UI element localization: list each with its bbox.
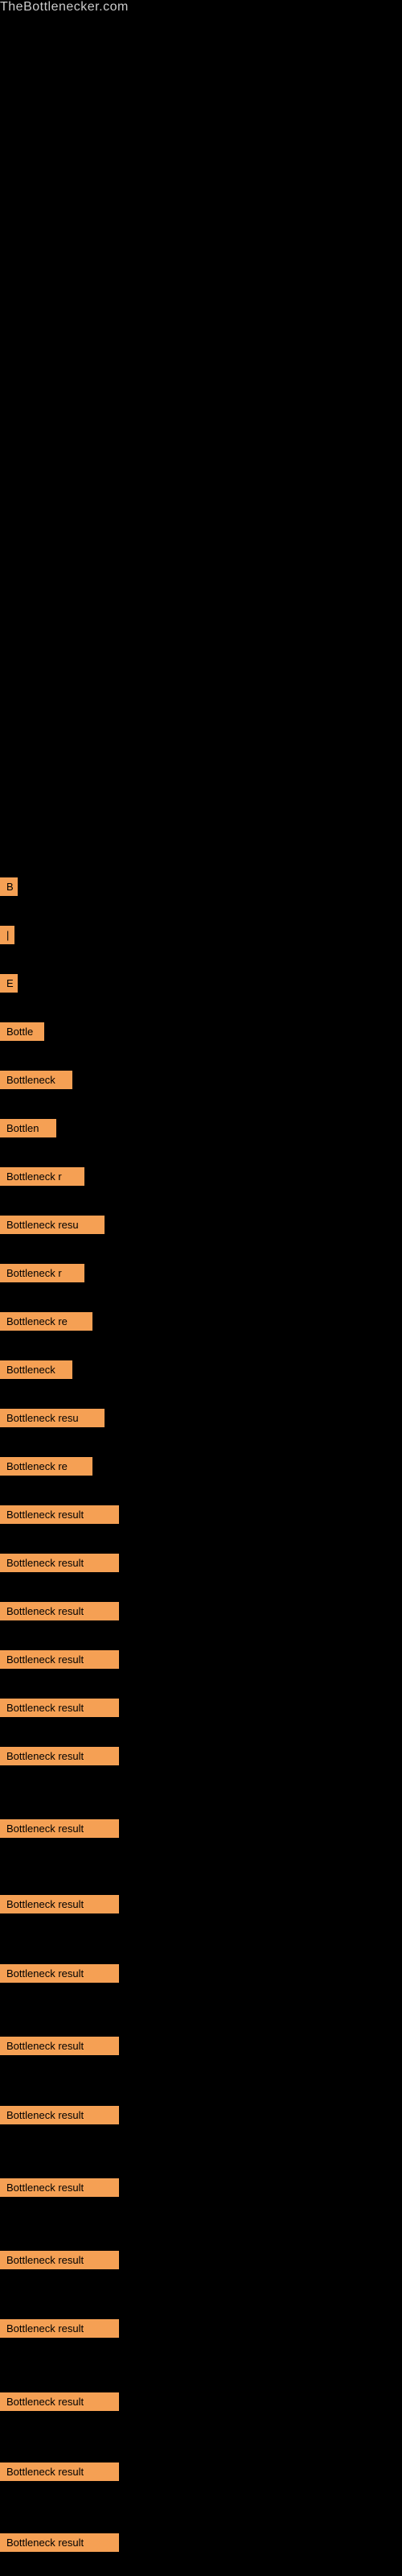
bottleneck-result-item: Bottlen — [0, 1119, 56, 1137]
bottleneck-result-item: Bottleneck result — [0, 2106, 119, 2124]
bottleneck-result-item: Bottleneck — [0, 1360, 72, 1379]
bottleneck-result-item: B — [0, 877, 18, 896]
bottleneck-result-item: Bottleneck result — [0, 2392, 119, 2411]
bottleneck-result-item: Bottleneck result — [0, 1602, 119, 1620]
bottleneck-result-item: Bottleneck result — [0, 2462, 119, 2481]
bottleneck-result-item: | — [0, 926, 14, 944]
bottleneck-result-item: Bottleneck result — [0, 2037, 119, 2055]
bottleneck-result-item: Bottleneck result — [0, 2533, 119, 2552]
bottleneck-result-item: Bottleneck result — [0, 1505, 119, 1524]
bottleneck-result-item: Bottleneck result — [0, 1554, 119, 1572]
bottleneck-result-item: Bottleneck result — [0, 2251, 119, 2269]
bottleneck-result-item: Bottleneck re — [0, 1457, 92, 1476]
site-title: TheBottlenecker.com — [0, 0, 129, 14]
bottleneck-result-item: Bottleneck result — [0, 1699, 119, 1717]
bottleneck-result-item: Bottleneck result — [0, 1895, 119, 1913]
bottleneck-result-item: Bottle — [0, 1022, 44, 1041]
bottleneck-result-item: Bottleneck r — [0, 1264, 84, 1282]
bottleneck-result-item: Bottleneck r — [0, 1167, 84, 1186]
bottleneck-result-item: Bottleneck result — [0, 1964, 119, 1983]
bottleneck-result-item: Bottleneck result — [0, 1650, 119, 1669]
bottleneck-result-item: E — [0, 974, 18, 993]
bottleneck-result-item: Bottleneck resu — [0, 1216, 105, 1234]
bottleneck-result-item: Bottleneck result — [0, 1819, 119, 1838]
bottleneck-result-item: Bottleneck re — [0, 1312, 92, 1331]
bottleneck-result-item: Bottleneck result — [0, 1747, 119, 1765]
bottleneck-result-item: Bottleneck result — [0, 2178, 119, 2197]
bottleneck-result-item: Bottleneck resu — [0, 1409, 105, 1427]
bottleneck-result-item: Bottleneck result — [0, 2319, 119, 2338]
bottleneck-result-item: Bottleneck — [0, 1071, 72, 1089]
